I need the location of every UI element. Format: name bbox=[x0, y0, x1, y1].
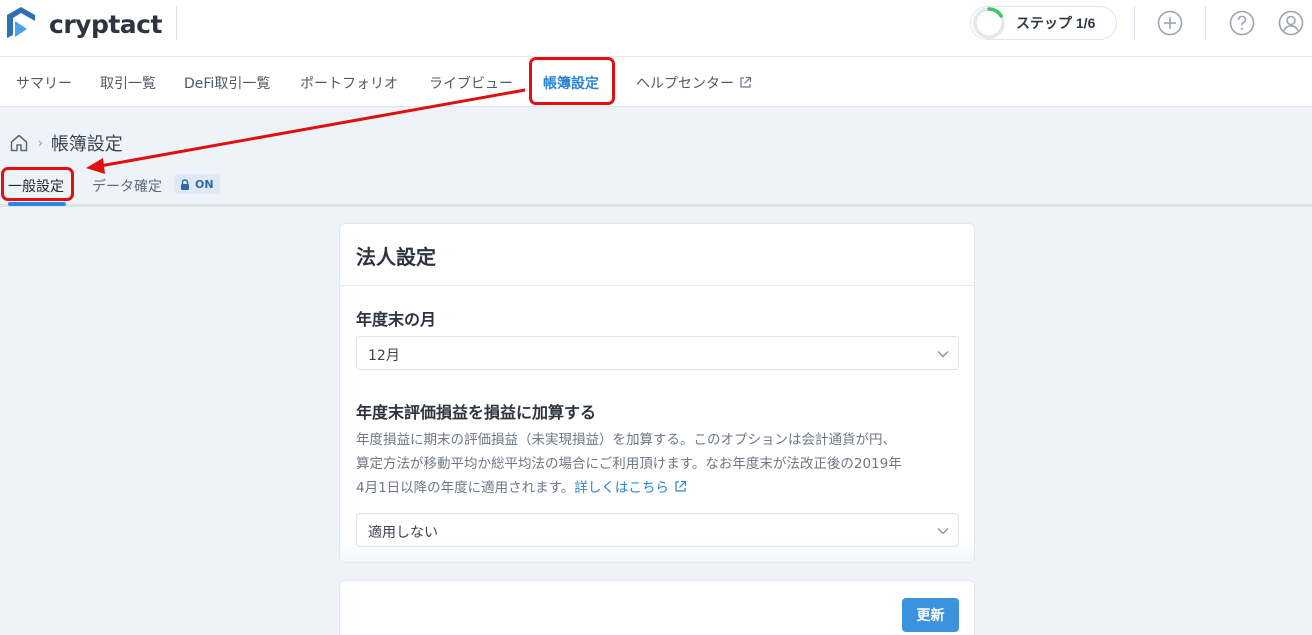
breadcrumb: › 帳簿設定 bbox=[9, 130, 123, 156]
main-nav: サマリー 取引一覧 DeFi取引一覧 ポートフォリオ ライブビュー 帳簿設定 ヘ… bbox=[0, 57, 1312, 107]
header-divider bbox=[176, 6, 177, 40]
step-progress-ring-icon bbox=[973, 7, 1005, 39]
action-card: 更新 bbox=[339, 580, 975, 635]
unrealized-gain-label: 年度末評価損益を損益に加算する bbox=[356, 403, 597, 422]
lock-status-badge: ON bbox=[174, 174, 220, 194]
chevron-down-icon bbox=[937, 528, 949, 535]
description-line: 年度損益に期末の評価損益（未実現損益）を加算する。このオプションは会計通貨が円、 bbox=[356, 432, 896, 448]
lock-icon bbox=[181, 178, 189, 190]
corporate-settings-card: 法人設定 年度末の月 12月 年度末評価損益を損益に加算する 年度損益に期末の評… bbox=[339, 223, 975, 563]
card-scroll-fade bbox=[340, 540, 974, 562]
card-divider bbox=[340, 285, 974, 286]
description-text: 4月1日以降の年度に適用されます。 bbox=[356, 480, 575, 496]
fiscal-month-select[interactable]: 12月 bbox=[356, 336, 959, 370]
description-line: 算定方法が移動平均か総平均法の場合にご利用頂けます。なお年度末が法改正後の201… bbox=[356, 456, 902, 472]
nav-item-transactions[interactable]: 取引一覧 bbox=[100, 73, 156, 93]
external-link-icon bbox=[740, 76, 752, 88]
header-divider bbox=[1134, 6, 1135, 40]
update-button[interactable]: 更新 bbox=[902, 598, 959, 632]
step-label: ステップ 1/6 bbox=[1016, 15, 1096, 31]
unrealized-gain-value: 適用しない bbox=[368, 525, 438, 541]
nav-item-live-view[interactable]: ライブビュー bbox=[429, 73, 513, 93]
header-divider bbox=[1205, 6, 1206, 40]
nav-item-summary[interactable]: サマリー bbox=[16, 73, 72, 93]
settings-subtabs: 一般設定 データ確定 ON bbox=[0, 165, 1312, 207]
active-tab-indicator bbox=[8, 202, 66, 206]
details-link[interactable]: 詳しくはこちら bbox=[574, 480, 687, 496]
nav-item-portfolio[interactable]: ポートフォリオ bbox=[300, 73, 398, 93]
card-title: 法人設定 bbox=[356, 245, 436, 269]
lock-status-text: ON bbox=[195, 177, 214, 191]
help-center-label: ヘルプセンター bbox=[636, 76, 734, 92]
chevron-down-icon bbox=[937, 351, 949, 358]
cryptact-logo-icon bbox=[7, 7, 35, 38]
tab-data-confirmation[interactable]: データ確定 bbox=[92, 176, 162, 196]
annotation-highlight-box bbox=[529, 57, 615, 105]
details-link-label: 詳しくはこちら bbox=[574, 480, 669, 496]
unrealized-gain-description: 年度損益に期末の評価損益（未実現損益）を加算する。このオプションは会計通貨が円、… bbox=[356, 428, 962, 500]
fiscal-month-value: 12月 bbox=[368, 348, 400, 364]
brand-logo[interactable]: cryptact bbox=[7, 6, 162, 42]
top-header: cryptact ステップ 1/6 bbox=[0, 0, 1312, 57]
fiscal-month-label: 年度末の月 bbox=[356, 310, 437, 329]
brand-name: cryptact bbox=[49, 9, 162, 39]
breadcrumb-separator: › bbox=[38, 136, 43, 150]
onboarding-step-button[interactable]: ステップ 1/6 bbox=[970, 6, 1117, 40]
description-line: 4月1日以降の年度に適用されます。詳しくはこちら bbox=[356, 476, 962, 500]
annotation-highlight-box bbox=[1, 167, 74, 201]
page-title: 帳簿設定 bbox=[50, 134, 123, 155]
home-icon[interactable] bbox=[9, 133, 29, 153]
user-icon[interactable] bbox=[1278, 10, 1304, 36]
nav-item-help-center[interactable]: ヘルプセンター bbox=[636, 73, 752, 93]
nav-item-defi-transactions[interactable]: DeFi取引一覧 bbox=[184, 73, 270, 93]
help-icon[interactable] bbox=[1229, 10, 1255, 36]
add-icon[interactable] bbox=[1157, 10, 1183, 36]
external-link-icon bbox=[675, 480, 686, 492]
